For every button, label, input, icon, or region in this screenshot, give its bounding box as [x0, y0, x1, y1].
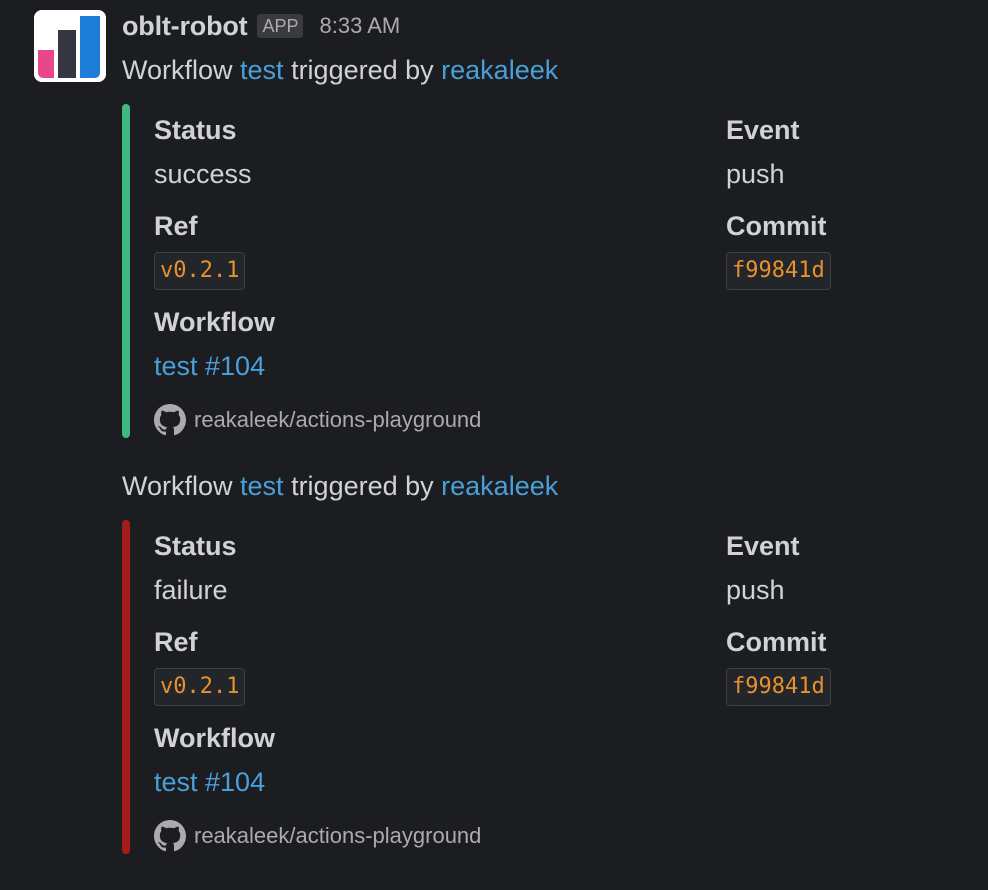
ref-code: v0.2.1: [154, 252, 246, 290]
workflow-intro-text: Workflow test triggered by reakaleek: [122, 52, 558, 88]
event-field: Event push: [726, 112, 800, 192]
status-field: Status failure: [154, 528, 237, 608]
field-title: Status: [154, 115, 237, 145]
workflow-link[interactable]: test: [240, 471, 284, 501]
field-title: Event: [726, 115, 800, 145]
ref-field: Ref v0.2.1: [154, 624, 246, 706]
workflow-link[interactable]: test: [240, 55, 284, 85]
workflow-intro-text: Workflow test triggered by reakaleek: [122, 468, 558, 504]
github-icon: [154, 404, 186, 436]
github-icon: [154, 820, 186, 852]
workflow-run-link[interactable]: test #104: [154, 764, 275, 800]
message-timestamp[interactable]: 8:33 AM: [319, 13, 400, 39]
intro-middle: triggered by: [283, 55, 442, 85]
workflow-attachment-failure: Status failure Event push Ref v0.2.1 Com…: [122, 520, 882, 854]
workflow-field: Workflow test #104: [154, 720, 275, 800]
field-title: Status: [154, 531, 237, 561]
field-title: Workflow: [154, 723, 275, 753]
field-title: Commit: [726, 211, 827, 241]
commit-code: f99841d: [726, 252, 831, 290]
field-title: Commit: [726, 627, 827, 657]
commit-code: f99841d: [726, 668, 831, 706]
elastic-observability-logo: [34, 10, 106, 82]
field-value: failure: [154, 575, 228, 605]
workflow-field: Workflow test #104: [154, 304, 275, 384]
field-title: Ref: [154, 627, 198, 657]
commit-field: Commit f99841d: [726, 208, 831, 290]
status-color-bar: [122, 520, 130, 854]
field-title: Workflow: [154, 307, 275, 337]
field-value: success: [154, 159, 252, 189]
bot-name[interactable]: oblt-robot: [122, 11, 248, 42]
intro-prefix: Workflow: [122, 471, 241, 501]
commit-field: Commit f99841d: [726, 624, 831, 706]
field-title: Ref: [154, 211, 198, 241]
message-header: oblt-robot APP 8:33 AM: [122, 8, 400, 44]
repo-name: reakaleek/actions-playground: [194, 823, 482, 848]
event-field: Event push: [726, 528, 800, 608]
status-field: Status success: [154, 112, 252, 192]
user-link[interactable]: reakaleek: [441, 471, 558, 501]
workflow-attachment-success: Status success Event push Ref v0.2.1 Com…: [122, 104, 882, 438]
ref-code: v0.2.1: [154, 668, 246, 706]
intro-middle: triggered by: [283, 471, 442, 501]
field-value: push: [726, 159, 785, 189]
repo-name: reakaleek/actions-playground: [194, 407, 482, 432]
workflow-run-link[interactable]: test #104: [154, 348, 275, 384]
intro-prefix: Workflow: [122, 55, 241, 85]
field-value: push: [726, 575, 785, 605]
attachment-footer: reakaleek/actions-playground: [154, 404, 481, 436]
field-title: Event: [726, 531, 800, 561]
status-color-bar: [122, 104, 130, 438]
ref-field: Ref v0.2.1: [154, 208, 246, 290]
attachment-footer: reakaleek/actions-playground: [154, 820, 481, 852]
bot-avatar[interactable]: [34, 10, 106, 82]
user-link[interactable]: reakaleek: [441, 55, 558, 85]
app-badge: APP: [257, 14, 304, 38]
